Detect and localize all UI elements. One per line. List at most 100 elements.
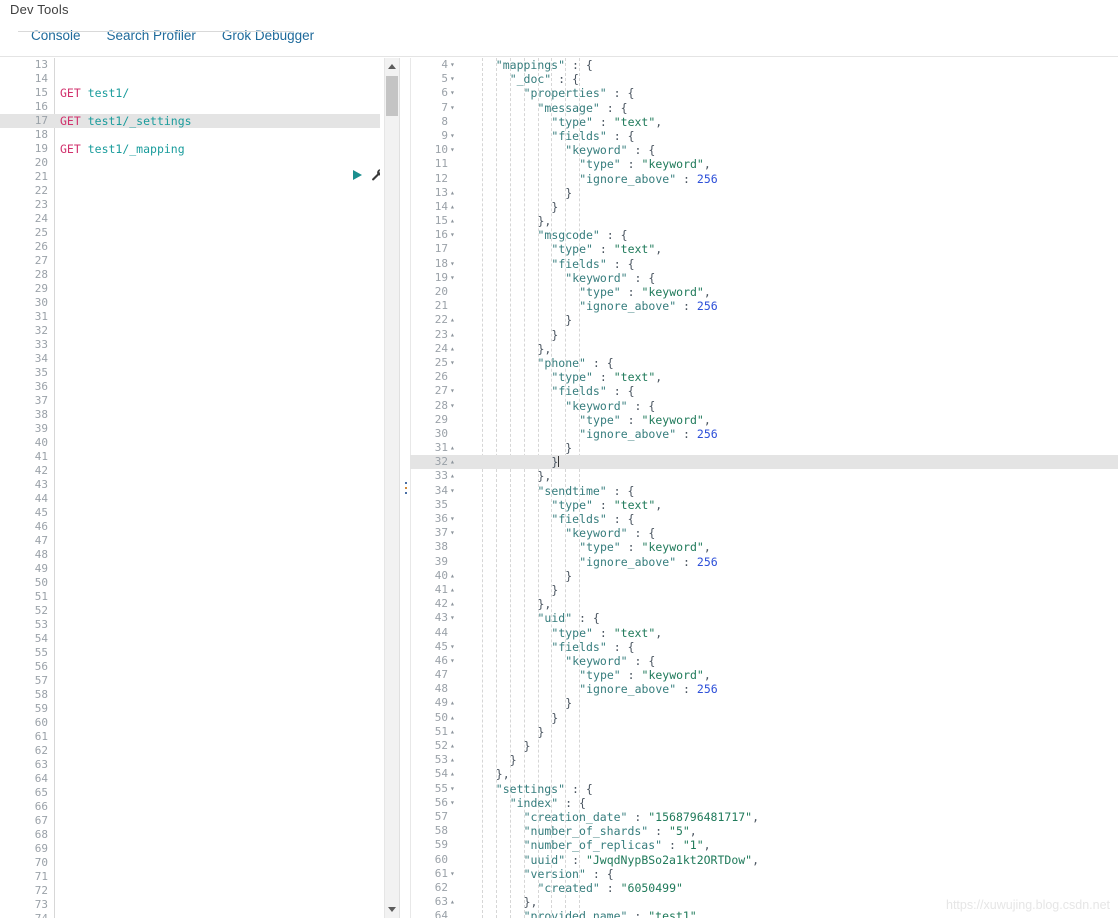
fold-expand-icon[interactable]: ▴ xyxy=(450,583,459,597)
tab-search-profiler[interactable]: Search Profiler xyxy=(94,24,209,48)
response-line[interactable]: 51 ▴} xyxy=(410,725,1118,739)
response-line[interactable]: 19 ▾ "keyword" : { xyxy=(410,271,1118,285)
editor-line[interactable]: 38 xyxy=(0,408,380,422)
fold-expand-icon[interactable]: ▴ xyxy=(450,214,459,228)
fold-collapse-icon[interactable]: ▾ xyxy=(450,228,459,242)
editor-line[interactable]: 46 xyxy=(0,520,380,534)
response-line[interactable]: 34 ▾ "sendtime" : { xyxy=(410,484,1118,498)
response-line[interactable]: 50 ▴} xyxy=(410,711,1118,725)
editor-line[interactable]: 61 xyxy=(0,730,380,744)
response-line[interactable]: 58 "number_of_shards" : "5", xyxy=(410,824,1118,838)
response-line[interactable]: 26 "type" : "text", xyxy=(410,370,1118,384)
response-line[interactable]: 28 ▾ "keyword" : { xyxy=(410,399,1118,413)
response-line[interactable]: 31 ▴} xyxy=(410,441,1118,455)
request-editor[interactable]: 13 14 15 GET test1/16 17 GET test1/_settings 1… xyxy=(0,58,380,918)
response-line[interactable]: 9 ▾ "fields" : { xyxy=(410,129,1118,143)
editor-line[interactable]: 26 xyxy=(0,240,380,254)
response-line[interactable]: 59 "number_of_replicas" : "1", xyxy=(410,838,1118,852)
fold-expand-icon[interactable]: ▴ xyxy=(450,313,459,327)
fold-expand-icon[interactable]: ▴ xyxy=(450,739,459,753)
response-line[interactable]: 37 ▾ "keyword" : { xyxy=(410,526,1118,540)
editor-line[interactable]: 64 xyxy=(0,772,380,786)
fold-collapse-icon[interactable]: ▾ xyxy=(450,129,459,143)
fold-expand-icon[interactable]: ▴ xyxy=(450,342,459,356)
response-line[interactable]: 21 "ignore_above" : 256 xyxy=(410,299,1118,313)
response-line[interactable]: 29 "type" : "keyword", xyxy=(410,413,1118,427)
editor-line[interactable]: 21 xyxy=(0,170,380,184)
fold-collapse-icon[interactable]: ▾ xyxy=(450,356,459,370)
editor-line[interactable]: 23 xyxy=(0,198,380,212)
editor-line[interactable]: 62 xyxy=(0,744,380,758)
editor-line[interactable]: 59 xyxy=(0,702,380,716)
fold-collapse-icon[interactable]: ▾ xyxy=(450,611,459,625)
fold-collapse-icon[interactable]: ▾ xyxy=(450,399,459,413)
fold-expand-icon[interactable]: ▴ xyxy=(450,753,459,767)
response-line[interactable]: 45 ▾ "fields" : { xyxy=(410,640,1118,654)
editor-line[interactable]: 72 xyxy=(0,884,380,898)
response-line[interactable]: 20 "type" : "keyword", xyxy=(410,285,1118,299)
fold-collapse-icon[interactable]: ▾ xyxy=(450,782,459,796)
response-line[interactable]: 57 "creation_date" : "1568796481717", xyxy=(410,810,1118,824)
editor-line[interactable]: 28 xyxy=(0,268,380,282)
editor-line[interactable]: 14 xyxy=(0,72,380,86)
editor-line[interactable]: 70 xyxy=(0,856,380,870)
fold-collapse-icon[interactable]: ▾ xyxy=(450,257,459,271)
editor-line[interactable]: 20 xyxy=(0,156,380,170)
response-line[interactable]: 7 ▾ "message" : { xyxy=(410,101,1118,115)
editor-line[interactable]: 45 xyxy=(0,506,380,520)
response-line[interactable]: 18 ▾ "fields" : { xyxy=(410,257,1118,271)
response-line[interactable]: 23 ▴} xyxy=(410,328,1118,342)
editor-line[interactable]: 57 xyxy=(0,674,380,688)
response-line[interactable]: 49 ▴} xyxy=(410,696,1118,710)
editor-line[interactable]: 54 xyxy=(0,632,380,646)
editor-line[interactable]: 15 GET test1/ xyxy=(0,86,380,100)
editor-line[interactable]: 40 xyxy=(0,436,380,450)
editor-line[interactable]: 58 xyxy=(0,688,380,702)
editor-line[interactable]: 50 xyxy=(0,576,380,590)
fold-expand-icon[interactable]: ▴ xyxy=(450,696,459,710)
fold-collapse-icon[interactable]: ▾ xyxy=(450,58,459,72)
response-line[interactable]: 10 ▾ "keyword" : { xyxy=(410,143,1118,157)
response-line[interactable]: 44 "type" : "text", xyxy=(410,626,1118,640)
fold-collapse-icon[interactable]: ▾ xyxy=(450,484,459,498)
response-line[interactable]: 15 ▴}, xyxy=(410,214,1118,228)
wrench-icon[interactable] xyxy=(371,168,380,182)
fold-expand-icon[interactable]: ▴ xyxy=(450,767,459,781)
tab-grok-debugger[interactable]: Grok Debugger xyxy=(209,24,327,48)
editor-line[interactable]: 68 xyxy=(0,828,380,842)
fold-collapse-icon[interactable]: ▾ xyxy=(450,143,459,157)
editor-line[interactable]: 22 xyxy=(0,184,380,198)
response-line[interactable]: 24 ▴}, xyxy=(410,342,1118,356)
fold-collapse-icon[interactable]: ▾ xyxy=(450,654,459,668)
editor-line[interactable]: 17 GET test1/_settings xyxy=(0,114,380,128)
response-line[interactable]: 25 ▾ "phone" : { xyxy=(410,356,1118,370)
editor-line[interactable]: 31 xyxy=(0,310,380,324)
editor-line[interactable]: 41 xyxy=(0,450,380,464)
response-line[interactable]: 38 "type" : "keyword", xyxy=(410,540,1118,554)
editor-line[interactable]: 53 xyxy=(0,618,380,632)
response-line[interactable]: 13 ▴} xyxy=(410,186,1118,200)
fold-expand-icon[interactable]: ▴ xyxy=(450,441,459,455)
scroll-up-arrow-icon[interactable] xyxy=(388,64,396,69)
response-line[interactable]: 56 ▾ "index" : { xyxy=(410,796,1118,810)
editor-line[interactable]: 37 xyxy=(0,394,380,408)
editor-line[interactable]: 39 xyxy=(0,422,380,436)
fold-expand-icon[interactable]: ▴ xyxy=(450,895,459,909)
editor-line[interactable]: 43 xyxy=(0,478,380,492)
fold-collapse-icon[interactable]: ▾ xyxy=(450,271,459,285)
editor-line[interactable]: 55 xyxy=(0,646,380,660)
editor-line[interactable]: 71 xyxy=(0,870,380,884)
editor-line[interactable]: 42 xyxy=(0,464,380,478)
editor-line[interactable]: 74 xyxy=(0,912,380,918)
response-line[interactable]: 6 ▾ "properties" : { xyxy=(410,86,1118,100)
response-line[interactable]: 4 ▾ "mappings" : { xyxy=(410,58,1118,72)
response-line[interactable]: 54 ▴}, xyxy=(410,767,1118,781)
response-line[interactable]: 46 ▾ "keyword" : { xyxy=(410,654,1118,668)
response-line[interactable]: 61 ▾ "version" : { xyxy=(410,867,1118,881)
editor-line[interactable]: 73 xyxy=(0,898,380,912)
response-line[interactable]: 16 ▾ "msgcode" : { xyxy=(410,228,1118,242)
editor-line[interactable]: 69 xyxy=(0,842,380,856)
editor-line[interactable]: 19 GET test1/_mapping xyxy=(0,142,380,156)
scroll-down-arrow-icon[interactable] xyxy=(388,907,396,912)
run-request-play-icon[interactable] xyxy=(353,170,362,180)
